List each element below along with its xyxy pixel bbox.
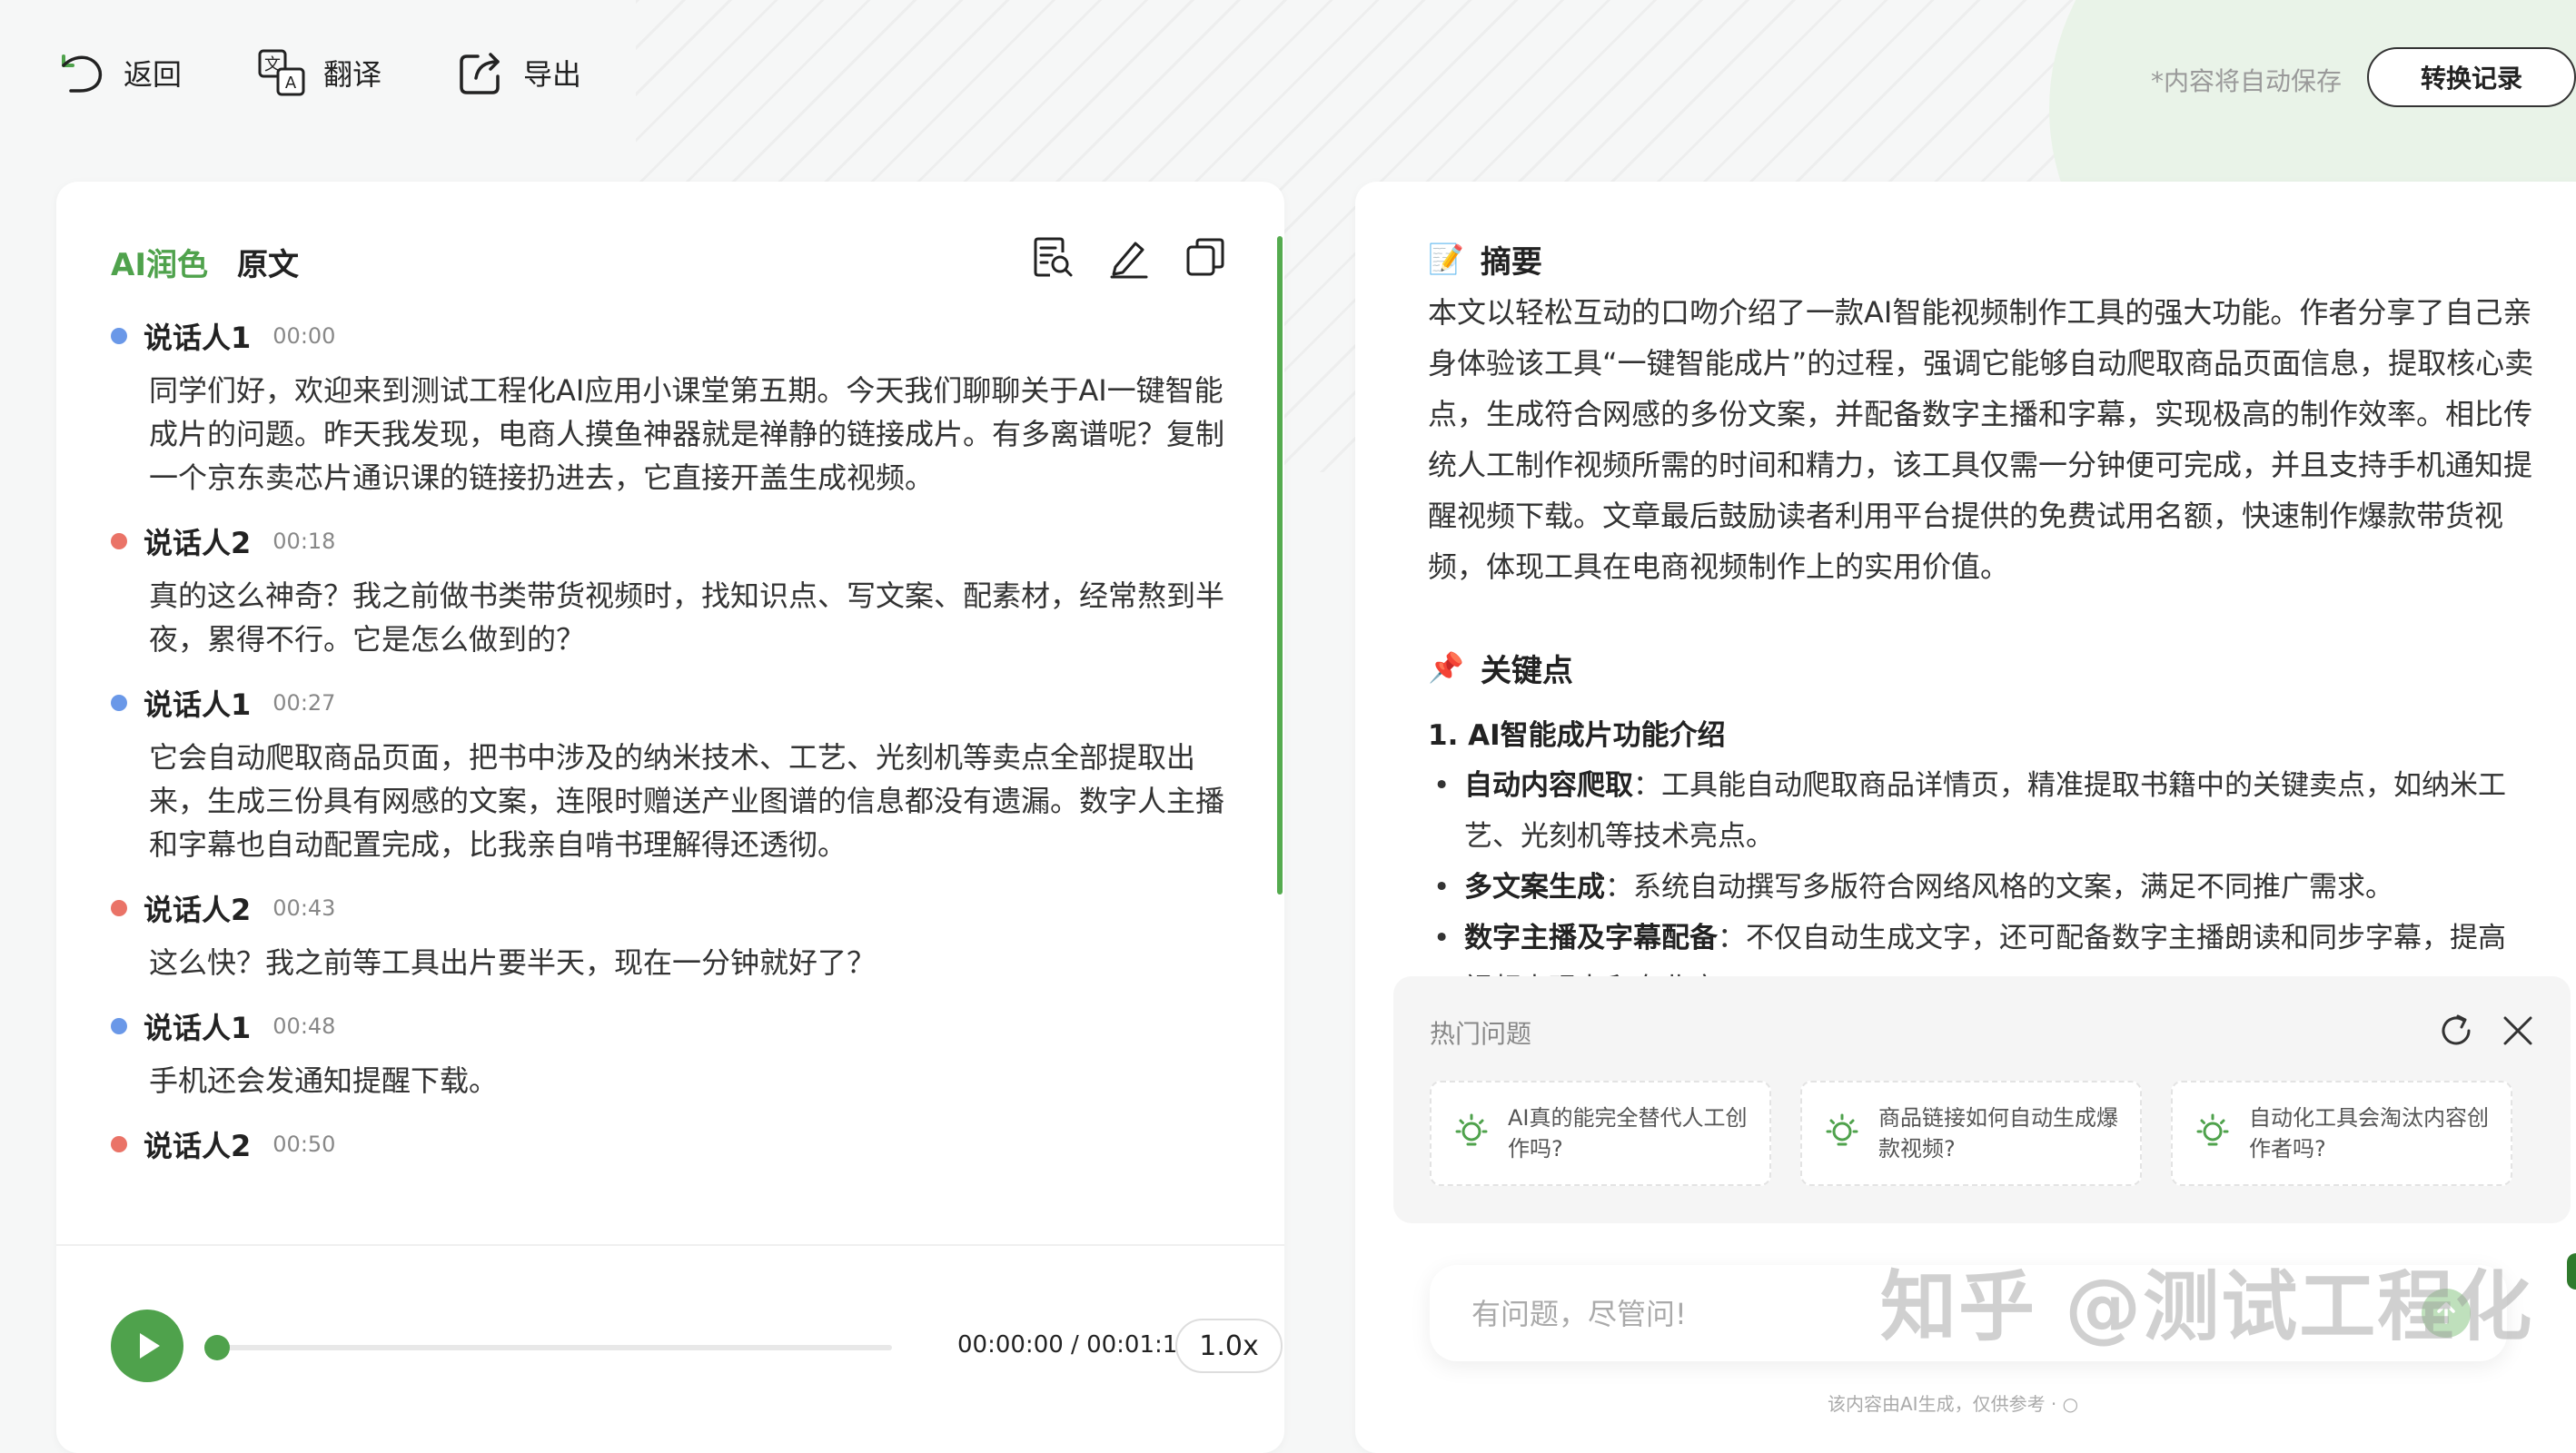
back-label: 返回 [124, 57, 183, 92]
hot-question-text: 自动化工具会淘汰内容创作者吗? [2249, 1105, 2489, 1161]
lightbulb-icon [1455, 1113, 1488, 1146]
speaker-name: 说话人2 [144, 893, 252, 927]
playback-time: 00:00:00 / 00:01:18 [957, 1331, 1193, 1359]
translate-label: 翻译 [323, 57, 382, 92]
key-point-label: 数字主播及字幕配备 [1464, 922, 1718, 954]
transcript-segment: 说话人1 00:48 手机还会发通知提醒下载。 [111, 1008, 1283, 1102]
playback-speed-button[interactable]: 1.0x [1175, 1319, 1283, 1373]
memo-icon: 📝 [1428, 242, 1464, 276]
speaker-name: 说话人1 [144, 687, 252, 722]
segment-time[interactable]: 00:27 [272, 690, 335, 716]
segment-time[interactable]: 00:48 [272, 1013, 335, 1039]
refresh-icon[interactable] [2436, 1011, 2476, 1051]
transcript-scrollbar[interactable] [1277, 236, 1283, 895]
transcript-tabs: AI润色 原文 [111, 240, 299, 284]
list-item: 多文案生成：系统自动撰写多版符合网络风格的文案，满足不同推广需求。 [1428, 862, 2518, 913]
send-button[interactable] [2422, 1289, 2471, 1338]
translate-icon: 文 A [258, 49, 305, 96]
progress-track[interactable] [211, 1345, 892, 1350]
hot-question-cards: AI真的能完全替代人工创作吗? 商品链接如何自动生成爆款视频? 自动化工具会淘汰… [1430, 1081, 2512, 1186]
key-point-text: ：系统自动撰写多版符合网络风格的文案，满足不同推广需求。 [1605, 871, 2393, 904]
speaker-dot [111, 1136, 127, 1152]
export-label: 导出 [523, 57, 582, 92]
key-points-subtitle: 1. AI智能成片功能介绍 [1428, 719, 1726, 752]
transcript-segment: 说话人1 00:27 它会自动爬取商品页面，把书中涉及的纳米技术、工艺、光刻机等… [111, 685, 1283, 866]
speaker-dot [111, 695, 127, 711]
speaker-name: 说话人1 [144, 321, 252, 355]
speaker-dot [111, 533, 127, 549]
ask-box [1430, 1265, 2507, 1361]
ask-input[interactable] [1470, 1290, 2291, 1338]
key-point-label: 多文案生成 [1464, 871, 1605, 904]
segment-text: 真的这么神奇？我之前做书类带货视频时，找知识点、写文案、配素材，经常熬到半夜，累… [149, 578, 1225, 657]
edit-pencil-icon[interactable] [1106, 234, 1152, 280]
segment-time[interactable]: 00:18 [272, 529, 335, 554]
summary-heading: 📝 摘要 [1428, 236, 2545, 282]
segment-time[interactable]: 00:00 [272, 323, 335, 349]
copy-icon[interactable] [1183, 234, 1228, 280]
export-button[interactable]: 导出 [454, 45, 581, 100]
transcript-segment: 说话人1 00:00 同学们好，欢迎来到测试工程化AI应用小课堂第五期。今天我们… [111, 318, 1283, 499]
translate-button[interactable]: 文 A 翻译 [254, 45, 381, 100]
hot-questions-box: 热门问题 AI真的能完全替代人工创作吗? 商品链接如何自动生成爆款视频? 自动化… [1393, 976, 2571, 1223]
lightbulb-icon [2196, 1113, 2229, 1146]
hot-question-text: AI真的能完全替代人工创作吗? [1508, 1105, 1748, 1161]
speaker-name: 说话人2 [144, 526, 252, 560]
summary-title: 摘要 [1480, 243, 1542, 281]
back-button[interactable]: 返回 [54, 45, 182, 100]
speaker-dot [111, 1018, 127, 1034]
hot-question-text: 商品链接如何自动生成爆款视频? [1878, 1105, 2118, 1161]
send-arrow-icon [2437, 1302, 2455, 1324]
play-button[interactable] [111, 1310, 183, 1382]
ai-disclaimer: 该内容由AI生成，仅供参考 · ○ [1828, 1393, 2079, 1415]
transcript-panel: AI润色 原文 说话人1 00:00 同学们好，欢迎来到测试工程化AI应用小课堂… [56, 182, 1284, 1453]
hot-questions-title: 热门问题 [1430, 1019, 1532, 1049]
key-point-label: 自动内容爬取 [1464, 769, 1633, 802]
summary-content: 📝 摘要 本文以轻松互动的口吻介绍了一款AI智能视频制作工具的强大功能。作者分享… [1428, 236, 2545, 1032]
segment-text: 这么快？我之前等工具出片要半天，现在一分钟就好了？ [149, 945, 877, 980]
transcript-segment: 说话人2 00:50 [111, 1126, 1283, 1163]
speaker-dot [111, 328, 127, 344]
audio-player: 00:00:00 / 00:01:18 1.0x [111, 1308, 1283, 1386]
segment-text: 同学们好，欢迎来到测试工程化AI应用小课堂第五期。今天我们聊聊关于AI一键智能成… [149, 373, 1225, 495]
current-time: 00:00:00 [957, 1331, 1064, 1359]
transcript-tools [1030, 234, 1228, 280]
tab-ai-polish[interactable]: AI润色 [111, 240, 208, 284]
key-points-title: 关键点 [1480, 652, 1573, 689]
transcript-segment: 说话人2 00:18 真的这么神奇？我之前做书类带货视频时，找知识点、写文案、配… [111, 523, 1283, 661]
export-icon [460, 53, 500, 94]
hot-question-card[interactable]: AI真的能完全替代人工创作吗? [1430, 1081, 1771, 1186]
lightbulb-icon [1826, 1113, 1858, 1146]
side-handle[interactable] [2567, 1253, 2576, 1290]
list-item: 自动内容爬取：工具能自动爬取商品详情页，精准提取书籍中的关键卖点，如纳米工艺、光… [1428, 760, 2518, 862]
top-toolbar: 返回 文 A 翻译 导出 [54, 45, 581, 100]
speaker-name: 说话人2 [144, 1129, 252, 1163]
hot-question-card[interactable]: 商品链接如何自动生成爆款视频? [1800, 1081, 2142, 1186]
transcript-segment: 说话人2 00:43 这么快？我之前等工具出片要半天，现在一分钟就好了？ [111, 890, 1283, 984]
segment-time[interactable]: 00:43 [272, 895, 335, 921]
time-separator: / [1063, 1331, 1087, 1359]
history-button[interactable]: 转换记录 [2367, 47, 2576, 107]
svg-text:A: A [285, 74, 297, 93]
autosave-notice: *内容将自动保存 [2150, 66, 2342, 96]
tab-original[interactable]: 原文 [237, 240, 299, 284]
close-icon[interactable] [2498, 1011, 2538, 1051]
play-icon [140, 1333, 160, 1359]
pushpin-icon: 📌 [1428, 650, 1464, 685]
key-points-heading: 📌 关键点 [1428, 645, 2545, 690]
progress-handle[interactable] [204, 1335, 230, 1360]
speaker-name: 说话人1 [144, 1011, 252, 1045]
segment-text: 它会自动爬取商品页面，把书中涉及的纳米技术、工艺、光刻机等卖点全部提取出来，生成… [149, 740, 1225, 862]
back-arrow-icon [62, 54, 103, 93]
panel-divider [56, 1244, 1284, 1246]
document-search-icon[interactable] [1030, 234, 1075, 280]
summary-text: 本文以轻松互动的口吻介绍了一款AI智能视频制作工具的强大功能。作者分享了自己亲身… [1428, 295, 2534, 584]
hot-question-card[interactable]: 自动化工具会淘汰内容创作者吗? [2171, 1081, 2512, 1186]
segment-text: 手机还会发通知提醒下载。 [149, 1063, 499, 1098]
speaker-dot [111, 900, 127, 916]
summary-panel: 📝 摘要 本文以轻松互动的口吻介绍了一款AI智能视频制作工具的强大功能。作者分享… [1355, 182, 2576, 1453]
segment-time[interactable]: 00:50 [272, 1132, 335, 1157]
transcript-list: 说话人1 00:00 同学们好，欢迎来到测试工程化AI应用小课堂第五期。今天我们… [111, 318, 1283, 1190]
